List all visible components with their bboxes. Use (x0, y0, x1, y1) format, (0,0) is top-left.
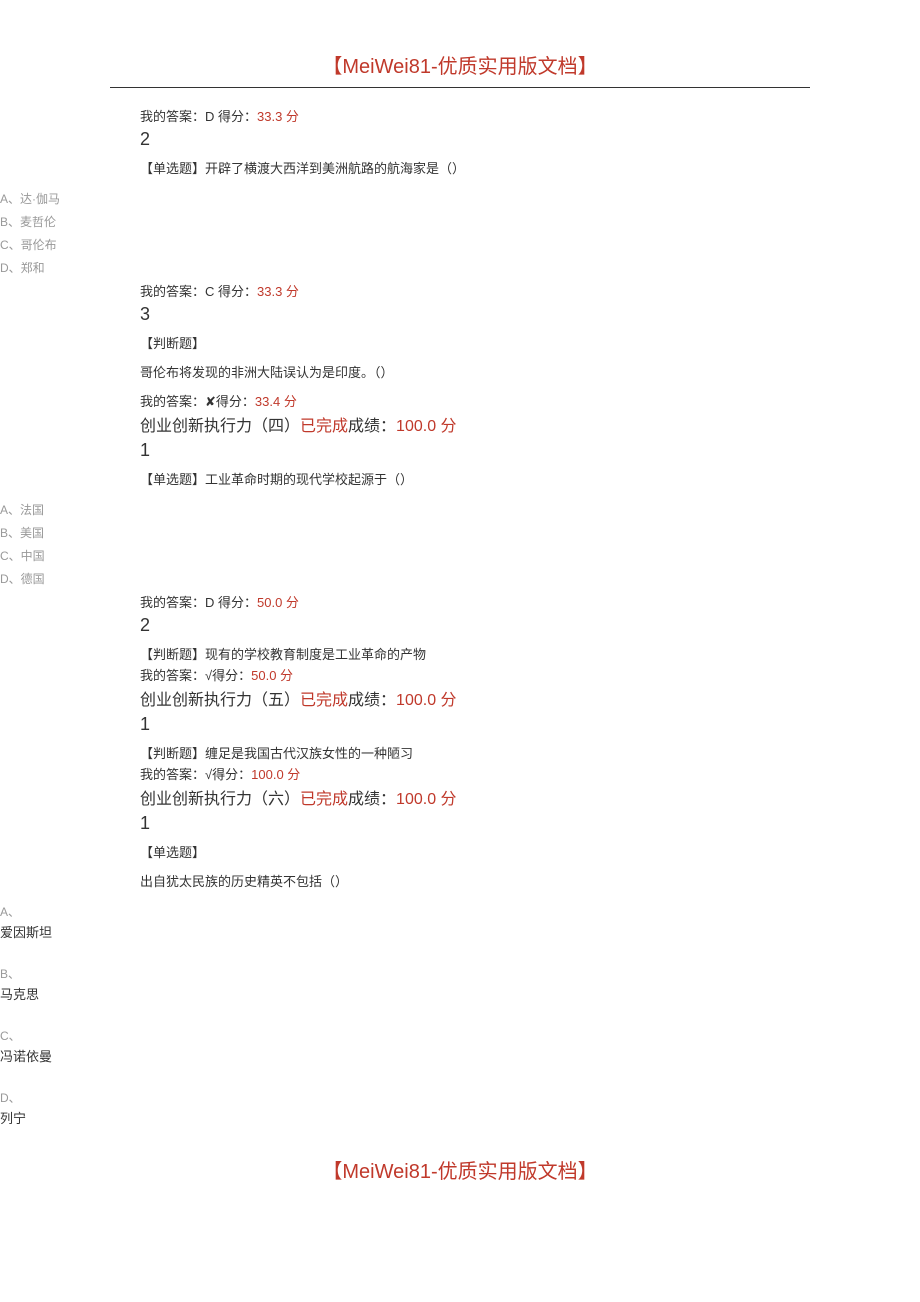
completed-label: 已完成 (300, 791, 348, 808)
options-list: A、达·伽马 B、麦哲伦 C、哥伦布 D、郑和 (0, 187, 920, 279)
question-number: 1 (140, 714, 810, 735)
section-title: 创业创新执行力（六） (140, 791, 300, 808)
answer-line: 我的答案：✘得分：33.4 分 (140, 391, 810, 410)
section-title: 创业创新执行力（五） (140, 692, 300, 709)
question-number: 1 (140, 440, 810, 461)
option-c: C、中国 (0, 544, 920, 567)
answer-score: 50.0 分 (251, 668, 293, 683)
answer-score: 33.4 分 (255, 394, 297, 409)
question-number: 1 (140, 813, 810, 834)
option-a: A、法国 (0, 498, 920, 521)
answer-prefix: 我的答案：✘得分： (140, 394, 255, 409)
option-a: A、 爱因斯坦 (0, 900, 920, 962)
answer-line: 我的答案：C 得分：33.3 分 (140, 281, 810, 300)
option-b: B、麦哲伦 (0, 210, 920, 233)
option-text: 列宁 (0, 1108, 920, 1127)
answer-prefix: 我的答案：√得分： (140, 767, 251, 782)
option-text: 爱因斯坦 (0, 922, 920, 941)
option-d: D、德国 (0, 567, 920, 590)
answer-score: 100.0 分 (251, 767, 300, 782)
options-list: A、 爱因斯坦 B、 马克思 C、 冯诺依曼 D、 列宁 (0, 900, 920, 1130)
option-letter: B、 (0, 967, 20, 981)
answer-score: 33.3 分 (257, 109, 299, 124)
option-letter: D、 (0, 1091, 21, 1105)
answer-score: 50.0 分 (257, 595, 299, 610)
question-text: 【单选题】开辟了横渡大西洋到美洲航路的航海家是（） (140, 158, 810, 177)
content-area: 我的答案：D 得分：33.3 分 2 【单选题】开辟了横渡大西洋到美洲航路的航海… (140, 106, 810, 177)
question-type: 【单选题】 (140, 842, 810, 861)
option-b: B、 马克思 (0, 962, 920, 1024)
question-text: 【判断题】现有的学校教育制度是工业革命的产物 (140, 644, 810, 663)
option-c: C、 冯诺依曼 (0, 1024, 920, 1086)
option-d: D、 列宁 (0, 1086, 920, 1130)
page-footer: 【MeiWei81-优质实用版文档】 (0, 1155, 920, 1184)
option-d: D、郑和 (0, 256, 920, 279)
score-label: 成绩： (348, 418, 396, 435)
section-header: 创业创新执行力（五）已完成成绩：100.0 分 (140, 686, 810, 710)
answer-line: 我的答案：D 得分：50.0 分 (140, 592, 810, 611)
answer-line: 我的答案：√得分：50.0 分 (140, 665, 810, 684)
completed-label: 已完成 (300, 692, 348, 709)
answer-prefix: 我的答案：D 得分： (140, 595, 257, 610)
answer-prefix: 我的答案：D 得分： (140, 109, 257, 124)
option-a: A、达·伽马 (0, 187, 920, 210)
section-header: 创业创新执行力（六）已完成成绩：100.0 分 (140, 785, 810, 809)
answer-score: 33.3 分 (257, 284, 299, 299)
section-score: 100.0 分 (396, 692, 457, 709)
question-text: 哥伦布将发现的非洲大陆误认为是印度。（） (140, 362, 810, 381)
answer-prefix: 我的答案：√得分： (140, 668, 251, 683)
option-c: C、哥伦布 (0, 233, 920, 256)
option-letter: A、 (0, 905, 20, 919)
options-list: A、法国 B、美国 C、中国 D、德国 (0, 498, 920, 590)
section-score: 100.0 分 (396, 418, 457, 435)
option-b: B、美国 (0, 521, 920, 544)
section-header: 创业创新执行力（四）已完成成绩：100.0 分 (140, 412, 810, 436)
question-text: 【单选题】工业革命时期的现代学校起源于（） (140, 469, 810, 488)
document-page: 【MeiWei81-优质实用版文档】 我的答案：D 得分：33.3 分 2 【单… (0, 0, 920, 1232)
content-area: 我的答案：D 得分：50.0 分 2 【判断题】现有的学校教育制度是工业革命的产… (140, 592, 810, 890)
question-text: 出自犹太民族的历史精英不包括（） (140, 871, 810, 890)
answer-prefix: 我的答案：C 得分： (140, 284, 257, 299)
page-header: 【MeiWei81-优质实用版文档】 (0, 50, 920, 79)
score-label: 成绩： (348, 791, 396, 808)
option-text: 马克思 (0, 984, 920, 1003)
header-rule (110, 87, 810, 88)
question-type: 【判断题】 (140, 333, 810, 352)
question-number: 2 (140, 615, 810, 636)
question-number: 2 (140, 129, 810, 150)
option-letter: C、 (0, 1029, 21, 1043)
section-title: 创业创新执行力（四） (140, 418, 300, 435)
completed-label: 已完成 (300, 418, 348, 435)
score-label: 成绩： (348, 692, 396, 709)
question-number: 3 (140, 304, 810, 325)
answer-line: 我的答案：D 得分：33.3 分 (140, 106, 810, 125)
answer-line: 我的答案：√得分：100.0 分 (140, 764, 810, 783)
section-score: 100.0 分 (396, 791, 457, 808)
content-area: 我的答案：C 得分：33.3 分 3 【判断题】 哥伦布将发现的非洲大陆误认为是… (140, 281, 810, 488)
option-text: 冯诺依曼 (0, 1046, 920, 1065)
question-text: 【判断题】缠足是我国古代汉族女性的一种陋习 (140, 743, 810, 762)
